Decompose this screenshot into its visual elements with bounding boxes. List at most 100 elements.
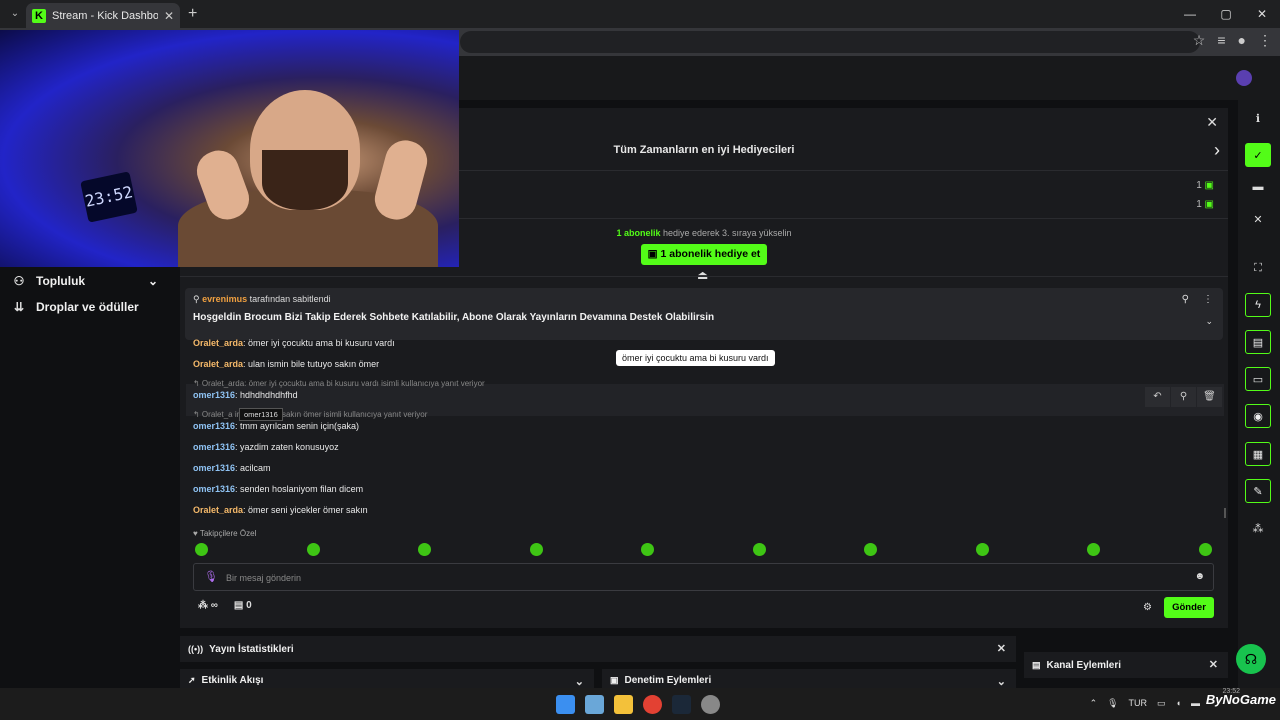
chat-username[interactable]: omer1316 [193,442,235,452]
delete-icon[interactable]: 🗑 [1197,387,1222,407]
lightning-icon[interactable]: ϟ [1245,293,1271,317]
emoji-picker-icon[interactable]: ☻ [1194,571,1205,582]
tab-close-icon[interactable]: ✕ [164,9,174,23]
gift-indicator[interactable]: ▤ 0 [234,600,252,611]
sidebar-item-drops[interactable]: ⇊ Droplar ve ödüller [0,294,170,320]
volume-icon[interactable]: ◖ [1176,698,1181,709]
chat-text: : yazdim zaten konusuyoz [235,442,339,452]
send-button[interactable]: Gönder [1164,597,1214,618]
info-icon[interactable]: ℹ [1245,106,1271,130]
collapse-icon[interactable]: ⏏ [697,268,708,282]
pinned-message: ⚲ evrenimus tarafından sabitlendi Hoşgel… [185,288,1223,340]
emote-icon[interactable] [641,543,654,556]
microphone-icon[interactable]: 🎙 [204,570,218,583]
printer-icon[interactable]: ▦ [1245,442,1271,466]
emote-icon[interactable] [753,543,766,556]
maximize-button[interactable]: ▢ [1208,0,1244,28]
start-windows-icon[interactable] [556,695,575,714]
browser-menu-icon[interactable]: ⋮ [1258,32,1272,49]
file-explorer-icon[interactable] [614,695,633,714]
address-bar[interactable] [460,31,1200,53]
language-indicator[interactable]: TUR [1129,698,1148,709]
chat-username[interactable]: omer1316 [193,421,235,431]
microphone-icon[interactable]: 🎙 [1107,698,1118,709]
emote-icon[interactable] [418,543,431,556]
sidebar-item-community[interactable]: ⚇ Topluluk ⌄ [0,268,170,294]
tab-search-icon[interactable]: ⌄ [6,5,24,23]
points-icon[interactable]: ⁂ [1245,516,1271,540]
gift-icon: ▣ [647,248,661,260]
broadcast-icon[interactable]: ◉ [1245,404,1271,428]
chat-icon[interactable]: ▭ [1245,367,1271,391]
close-icon[interactable]: ✕ [1245,207,1271,231]
profile-avatar[interactable]: ● [1238,32,1246,49]
followers-only-label: ♥ Takipçilere Özel [193,529,257,538]
chat-username[interactable]: omer1316 [193,390,235,400]
chat-message[interactable]: omer1316: yazdim zaten konusuyoz [193,442,339,452]
points-indicator[interactable]: ⁂ ∞ [198,600,218,611]
chevron-down-icon[interactable]: ⌄ [575,675,584,688]
user-avatar[interactable] [1236,70,1252,86]
chat-message[interactable]: omer1316: tmm ayrılcam senin için(şaka) [193,421,359,431]
chat-message[interactable]: omer1316: hdhdhdhdhfhd [193,390,298,400]
calculator-icon[interactable] [585,695,604,714]
chevron-down-icon[interactable]: ⌄ [997,675,1006,688]
app-icon[interactable] [701,695,720,714]
gift-sub-button[interactable]: ▣ 1 abonelik hediye et [641,244,767,265]
close-icon[interactable]: ✕ [997,642,1006,655]
emote-icon[interactable] [195,543,208,556]
chat-settings-icon[interactable]: ⚙ [1143,602,1152,613]
chat-message[interactable]: omer1316: senden hoslaniyom filan dicem [193,484,363,494]
emote-icon[interactable] [1087,543,1100,556]
emote-icon[interactable] [864,543,877,556]
minimize-button[interactable]: — [1172,0,1208,28]
new-tab-button[interactable]: + [188,5,197,23]
emote-icon[interactable] [530,543,543,556]
media-control-icon[interactable]: ≡ [1217,32,1225,49]
close-icon[interactable]: ✕ [1209,658,1218,671]
monitor-icon: ▤ [1032,660,1041,670]
chat-message[interactable]: Oralet_arda: ömer iyi çocuktu ama bi kus… [193,338,395,348]
battery-icon[interactable]: ▬ [1191,698,1200,709]
chat-message[interactable]: Oralet_arda: ömer seni yicekler ömer sak… [193,505,368,515]
bookmark-star-icon[interactable]: ☆ [1193,32,1206,49]
emote-icon[interactable] [307,543,320,556]
chevron-right-icon[interactable]: › [1214,140,1220,161]
chat-message[interactable]: omer1316: acilcam [193,463,271,473]
close-window-button[interactable]: ✕ [1244,0,1280,28]
pin-icon[interactable]: ⚲ [1171,387,1196,407]
webcam-overlay: 23:52 [0,30,459,267]
close-icon[interactable]: ✕ [1206,114,1218,131]
network-icon[interactable]: ▭ [1157,698,1166,709]
help-headset-icon[interactable]: ☊ [1236,644,1266,674]
browser-tab-kick-dashboard[interactable]: K Stream - Kick Dashboard ✕ [26,3,180,28]
points-icon: ⁂ [198,600,211,611]
chevron-up-icon[interactable]: ⌃ [1090,698,1098,709]
gift-indicator-value: 0 [246,600,252,611]
emote-icon[interactable] [976,543,989,556]
steam-icon[interactable] [672,695,691,714]
chrome-icon[interactable] [643,695,662,714]
chat-username[interactable]: Oralet_arda [193,505,243,515]
chevron-down-icon[interactable]: ⌄ [1205,316,1213,327]
chat-username[interactable]: Oralet_arda [193,338,243,348]
gift-count: 1 ▣ [1196,199,1214,210]
chat-message[interactable]: Oralet_arda: ulan ismin bile tutuyo sakı… [193,359,379,369]
chat-input[interactable] [226,569,1166,587]
pinned-actions: ⚲ ⋮ [1182,294,1213,305]
wrench-icon[interactable]: ✎ [1245,479,1271,503]
reply-icon[interactable]: ↶ [1145,387,1170,407]
layout-icon[interactable]: ▬ [1245,175,1271,199]
scrollbar[interactable] [1224,508,1226,518]
pinned-by-text: tarafından sabitlendi [247,294,331,304]
unpin-icon[interactable]: ⚲ [1182,294,1189,305]
document-icon[interactable]: ▤ [1245,330,1271,354]
more-icon[interactable]: ⋮ [1203,294,1213,305]
chat-username[interactable]: omer1316 [193,463,235,473]
focus-icon[interactable]: ⛶ [1245,256,1271,280]
emote-icon[interactable] [1199,543,1212,556]
check-icon[interactable]: ✓ [1245,143,1271,167]
pinned-by: ⚲ evrenimus tarafından sabitlendi [193,294,331,305]
chat-username[interactable]: omer1316 [193,484,235,494]
chat-username[interactable]: Oralet_arda [193,359,243,369]
